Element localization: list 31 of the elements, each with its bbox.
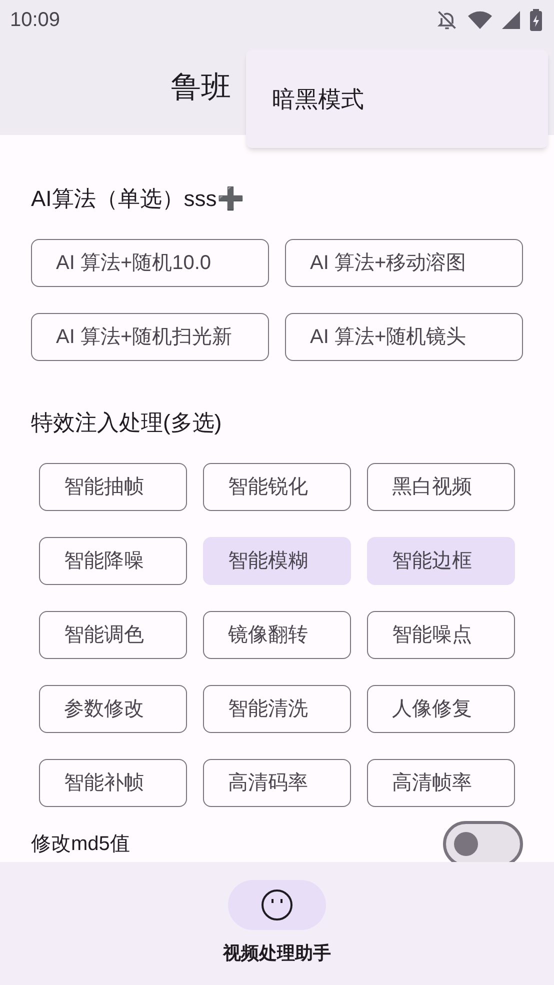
bell-off-icon [436, 9, 458, 31]
effect-chip[interactable]: 参数修改 [39, 685, 187, 733]
effect-chip[interactable]: 智能边框 [367, 537, 515, 585]
effect-chip[interactable]: 人像修复 [367, 685, 515, 733]
effect-chip[interactable]: 智能调色 [39, 611, 187, 659]
wifi-icon [468, 10, 492, 30]
effect-chip[interactable]: 镜像翻转 [203, 611, 351, 659]
section-title: 特效注入处理(多选) [31, 408, 223, 436]
battery-icon [530, 9, 542, 31]
effect-chip[interactable]: 智能锐化 [203, 463, 351, 511]
section-title: AI算法（单选）sss➕ [31, 184, 245, 212]
effect-chip[interactable]: 智能抽帧 [39, 463, 187, 511]
algorithm-option[interactable]: AI 算法+随机10.0 [31, 239, 269, 287]
effect-chip[interactable]: 高清码率 [203, 759, 351, 807]
algorithm-option[interactable]: AI 算法+随机扫光新 [31, 313, 269, 361]
toggle-label: 修改md5值 [31, 832, 130, 857]
effect-chip[interactable]: 智能降噪 [39, 537, 187, 585]
md5-switch[interactable] [443, 821, 523, 862]
face-icon [261, 889, 293, 921]
menu-item[interactable]: 暗黑模式 [246, 69, 548, 129]
effect-chip[interactable]: 智能模糊 [203, 537, 351, 585]
effect-chip[interactable]: 智能清洗 [203, 685, 351, 733]
signal-icon [502, 11, 520, 29]
effect-chip[interactable]: 智能补帧 [39, 759, 187, 807]
effect-chip[interactable]: 黑白视频 [367, 463, 515, 511]
status-time: 10:09 [10, 8, 60, 33]
algorithm-option[interactable]: AI 算法+移动溶图 [285, 239, 523, 287]
algorithm-option[interactable]: AI 算法+随机镜头 [285, 313, 523, 361]
app-title: 鲁班 [171, 70, 231, 106]
effect-chip[interactable]: 智能噪点 [367, 611, 515, 659]
effect-chip[interactable]: 高清帧率 [367, 759, 515, 807]
